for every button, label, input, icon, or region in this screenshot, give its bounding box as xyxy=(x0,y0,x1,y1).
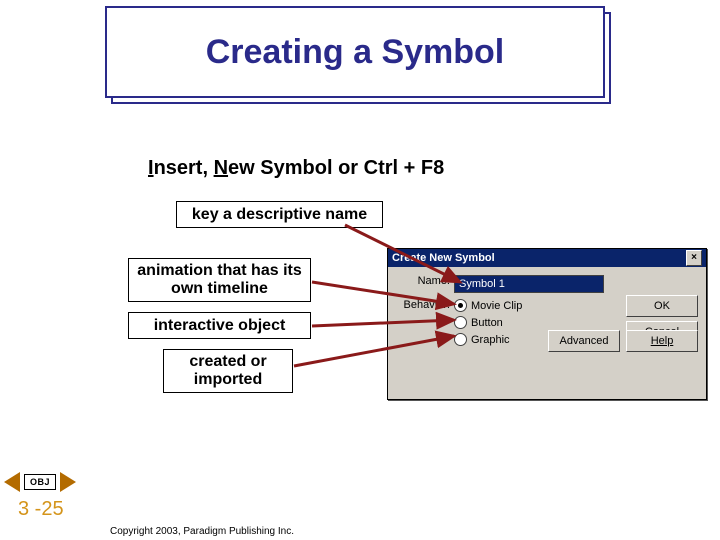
advanced-button[interactable]: Advanced xyxy=(548,330,620,352)
prev-slide-icon[interactable] xyxy=(4,472,20,492)
slide-nav: OBJ xyxy=(4,472,76,492)
page-number: 3 -25 xyxy=(18,498,64,521)
dialog-titlebar: Create New Symbol × xyxy=(388,249,706,267)
callout-graphic: created or imported xyxy=(163,349,293,393)
ok-button[interactable]: OK xyxy=(626,295,698,317)
close-icon[interactable]: × xyxy=(686,250,702,266)
radio-graphic[interactable]: Graphic xyxy=(454,333,522,346)
obj-button[interactable]: OBJ xyxy=(24,474,56,490)
radio-icon xyxy=(454,316,467,329)
radio-button[interactable]: Button xyxy=(454,316,522,329)
callout-name: key a descriptive name xyxy=(176,201,383,228)
create-symbol-dialog: Create New Symbol × Name: Behavior: Movi… xyxy=(387,248,707,400)
name-field[interactable] xyxy=(454,275,604,293)
name-label: Name: xyxy=(396,275,454,287)
radio-icon xyxy=(454,299,467,312)
next-slide-icon[interactable] xyxy=(60,472,76,492)
callout-movie-clip: animation that has its own timeline xyxy=(128,258,311,302)
page-title: Creating a Symbol xyxy=(206,33,505,72)
radio-movie-clip[interactable]: Movie Clip xyxy=(454,299,522,312)
callout-button: interactive object xyxy=(128,312,311,339)
instruction-text: Insert, New Symbol or Ctrl + F8 xyxy=(148,157,444,180)
behavior-label: Behavior: xyxy=(396,299,454,311)
help-button[interactable]: Help xyxy=(626,330,698,352)
radio-icon xyxy=(454,333,467,346)
dialog-title: Create New Symbol xyxy=(392,252,495,264)
copyright-text: Copyright 2003, Paradigm Publishing Inc. xyxy=(110,526,294,537)
title-box: Creating a Symbol xyxy=(105,6,605,98)
